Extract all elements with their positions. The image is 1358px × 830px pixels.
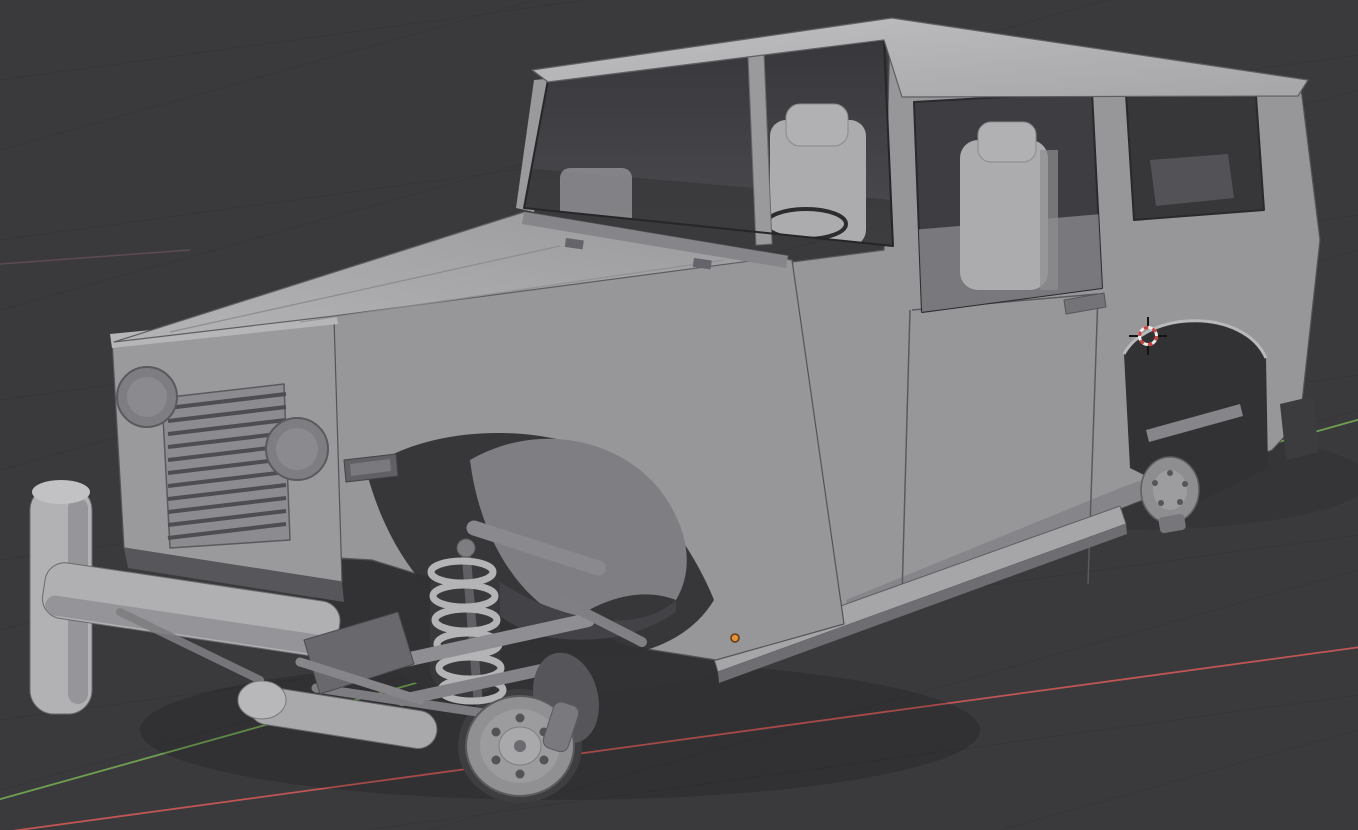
origin-point-icon: [730, 633, 740, 643]
object-origin[interactable]: [730, 633, 740, 643]
shock-mount: [456, 538, 476, 558]
hub-center: [514, 740, 526, 752]
scene-svg[interactable]: [0, 0, 1358, 830]
3d-viewport[interactable]: [0, 0, 1358, 830]
headlight-left-lens: [127, 377, 167, 417]
seat-side-shadow: [1040, 150, 1058, 290]
front-seat-headrest: [785, 103, 849, 147]
passenger-seat-headrest: [977, 121, 1037, 163]
rear-window-interior: [1150, 154, 1234, 206]
rear-mud-flap: [1280, 396, 1318, 460]
lower-tube-end: [237, 680, 287, 720]
bumper-cap-top: [32, 480, 90, 504]
headlight-right-lens: [276, 428, 318, 470]
